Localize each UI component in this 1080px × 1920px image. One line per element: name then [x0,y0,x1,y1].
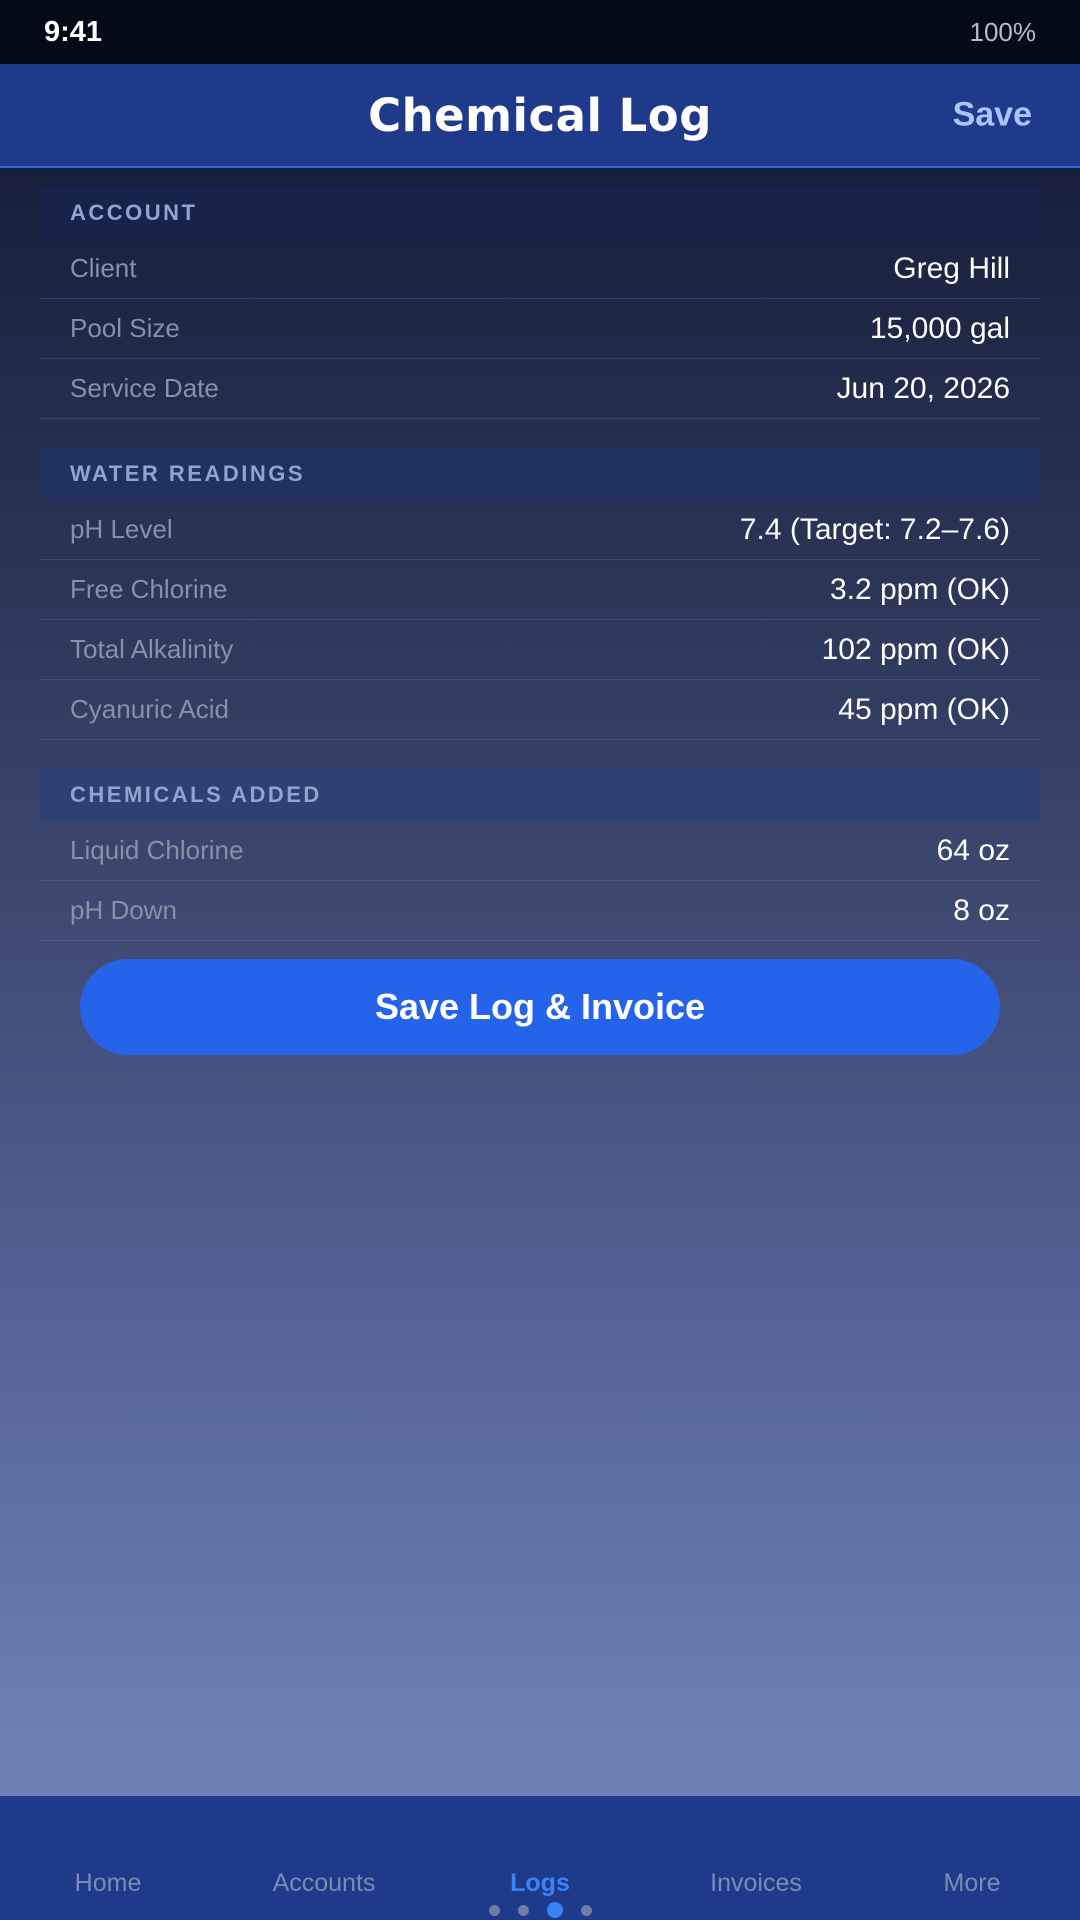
status-time: 9:41 [44,15,103,48]
section-chemicals-added: CHEMICALS ADDED Liquid Chlorine 64 oz pH… [40,768,1040,941]
row-value: 102 ppm (OK) [821,632,1010,666]
row-label: Pool Size [70,313,180,343]
row-service-date[interactable]: Service Date Jun 20, 2026 [40,359,1040,419]
section-water-readings: WATER READINGS pH Level 7.4 (Target: 7.2… [40,447,1040,740]
row-label: Total Alkalinity [70,634,234,664]
row-label: Service Date [70,373,219,403]
row-client[interactable]: Client Greg Hill [40,239,1040,299]
section-account: ACCOUNT Client Greg Hill Pool Size 15,00… [40,186,1040,419]
section-header-account: ACCOUNT [40,186,1040,239]
page-dot[interactable] [546,1902,563,1918]
page-indicator[interactable] [0,1900,1080,1920]
row-value: 64 oz [936,833,1010,867]
section-header-water-readings: WATER READINGS [40,447,1040,500]
section-header-chemicals-added: CHEMICALS ADDED [40,768,1040,821]
row-cyanuric-acid[interactable]: Cyanuric Acid 45 ppm (OK) [40,680,1040,740]
row-label: Free Chlorine [70,574,228,604]
row-value: Greg Hill [893,251,1010,285]
row-total-alkalinity[interactable]: Total Alkalinity 102 ppm (OK) [40,620,1040,680]
row-value: 7.4 (Target: 7.2–7.6) [739,512,1010,546]
row-label: pH Down [70,895,177,925]
page-dot[interactable] [580,1904,592,1916]
page-title: Chemical Log [368,88,712,142]
row-label: pH Level [70,514,173,544]
status-bar: 9:41 100% [0,0,1080,64]
page-dot[interactable] [488,1904,500,1916]
row-label: Client [70,253,137,283]
row-liquid-chlorine[interactable]: Liquid Chlorine 64 oz [40,821,1040,881]
row-value: 45 ppm (OK) [838,692,1010,726]
row-free-chlorine[interactable]: Free Chlorine 3.2 ppm (OK) [40,560,1040,620]
page-dot[interactable] [517,1904,529,1916]
row-ph-level[interactable]: pH Level 7.4 (Target: 7.2–7.6) [40,500,1040,560]
row-pool-size[interactable]: Pool Size 15,000 gal [40,299,1040,359]
row-value: 15,000 gal [869,311,1010,345]
form-content: ACCOUNT Client Greg Hill Pool Size 15,00… [40,186,1040,969]
save-button[interactable]: Save [953,96,1032,135]
nav-bar: Chemical Log Save [0,64,1080,168]
row-value: 8 oz [953,893,1010,927]
row-value: Jun 20, 2026 [836,371,1010,405]
row-label: Cyanuric Acid [70,694,229,724]
row-label: Liquid Chlorine [70,835,244,865]
row-value: 3.2 ppm (OK) [829,572,1010,606]
row-ph-down[interactable]: pH Down 8 oz [40,881,1040,941]
battery-level: 100% [969,16,1037,47]
save-log-invoice-button[interactable]: Save Log & Invoice [80,959,1000,1055]
